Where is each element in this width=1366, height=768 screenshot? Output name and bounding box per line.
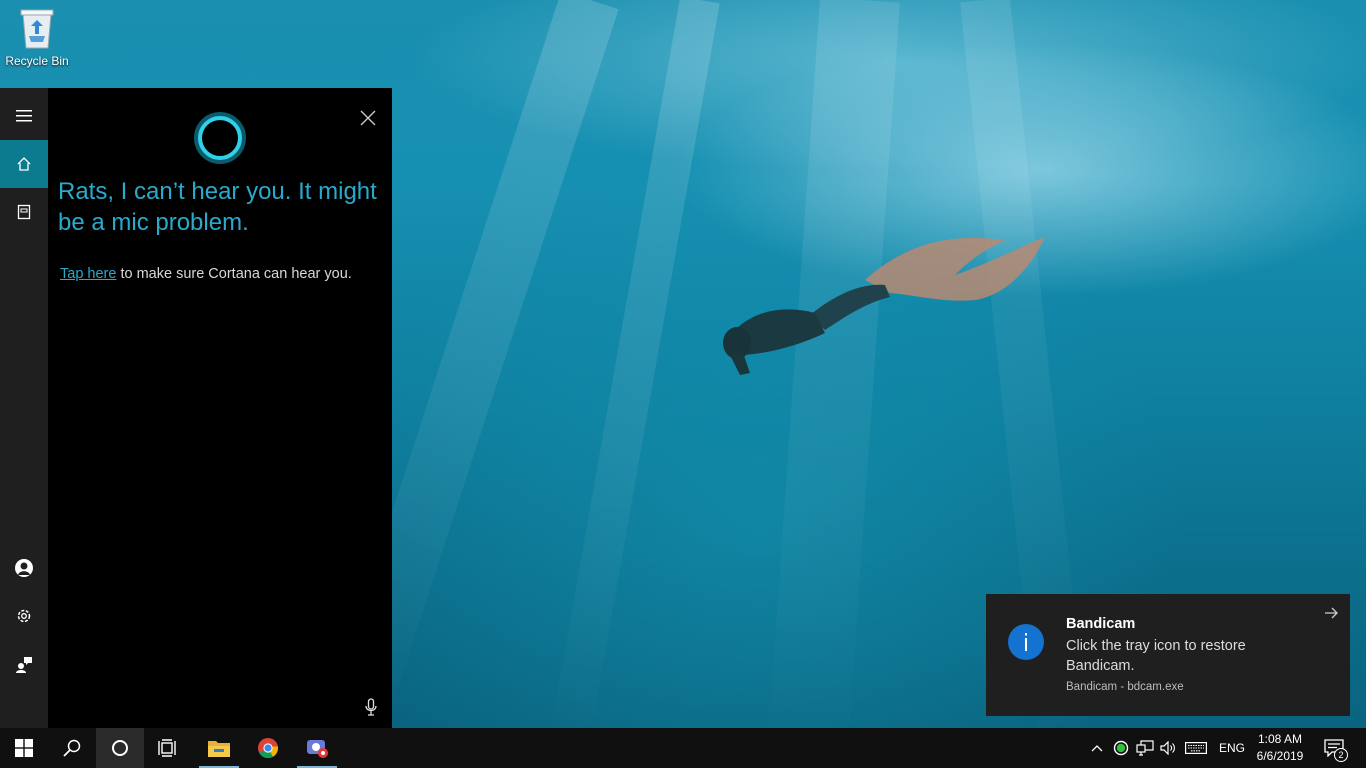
close-button[interactable] — [356, 106, 380, 130]
task-view-button[interactable] — [144, 728, 192, 768]
show-hidden-icons-button[interactable] — [1089, 738, 1105, 758]
bandicam-notification[interactable]: Bandicam Click the tray icon to restore … — [986, 594, 1350, 716]
cortana-message: Rats, I can’t hear you. It might be a mi… — [58, 178, 377, 236]
account-button[interactable] — [0, 544, 48, 592]
green-status-icon — [1113, 740, 1129, 756]
cortana-logo-icon — [194, 112, 246, 164]
cortana-nav-rail — [0, 88, 48, 728]
notebook-icon — [17, 204, 31, 220]
feedback-icon — [16, 657, 32, 673]
input-language-indicator[interactable]: ENG — [1219, 741, 1245, 755]
tap-here-link[interactable]: Tap here — [60, 266, 116, 282]
hamburger-icon — [16, 110, 32, 122]
microphone-button[interactable] — [362, 696, 380, 718]
clock-date: 6/6/2019 — [1256, 749, 1304, 763]
recycle-bin-icon — [20, 9, 54, 49]
chrome-icon — [258, 738, 279, 759]
network-icon — [1136, 740, 1154, 756]
recycle-bin[interactable]: Recycle Bin — [4, 6, 70, 76]
toast-body: Click the tray icon to restore Bandicam. — [1066, 638, 1246, 674]
file-explorer-button[interactable] — [195, 728, 243, 768]
network-button[interactable] — [1135, 738, 1155, 758]
gear-icon — [17, 609, 31, 623]
microphone-icon — [365, 698, 377, 716]
notebook-button[interactable] — [0, 188, 48, 236]
menu-button[interactable] — [0, 92, 48, 140]
user-icon — [15, 559, 33, 577]
file-explorer-icon — [208, 741, 230, 757]
feedback-button[interactable] — [0, 640, 48, 688]
bandicam-icon — [307, 740, 328, 758]
task-view-icon — [158, 739, 176, 757]
taskbar: ENG 1:08 AM 6/6/2019 2 — [0, 728, 1366, 768]
cortana-panel: Rats, I can’t hear you. It might be a mi… — [48, 88, 392, 728]
clock-time: 1:08 AM — [1257, 732, 1303, 746]
close-icon — [360, 110, 376, 126]
keyboard-icon — [1185, 742, 1207, 754]
touch-keyboard-button[interactable] — [1184, 738, 1208, 758]
chrome-button[interactable] — [244, 728, 292, 768]
chevron-up-icon — [1091, 745, 1103, 752]
search-button[interactable] — [48, 728, 96, 768]
windows-start-icon — [15, 739, 33, 757]
recycle-bin-label: Recycle Bin — [5, 54, 69, 68]
cortana-icon — [112, 740, 128, 756]
info-icon — [1008, 624, 1044, 660]
cortana-button[interactable] — [96, 728, 144, 768]
toast-source: Bandicam - bdcam.exe — [1066, 681, 1184, 693]
bandicam-button[interactable] — [293, 728, 341, 768]
toast-title: Bandicam — [1066, 616, 1136, 632]
arrow-right-icon — [1325, 607, 1338, 619]
tray-app-button[interactable] — [1112, 738, 1130, 758]
expand-notification-button[interactable] — [1322, 604, 1340, 622]
notification-count-badge: 2 — [1334, 748, 1348, 762]
start-button[interactable] — [0, 728, 48, 768]
tip-text: to make sure Cortana can hear you. — [116, 266, 352, 282]
diver-image — [723, 237, 1045, 375]
clock[interactable]: 1:08 AM 6/6/2019 — [1248, 731, 1312, 765]
search-icon — [63, 739, 81, 757]
settings-button[interactable] — [0, 592, 48, 640]
volume-button[interactable] — [1159, 738, 1177, 758]
volume-icon — [1160, 741, 1175, 755]
home-button[interactable] — [0, 140, 48, 188]
home-icon — [17, 157, 31, 171]
cortana-tip: Tap here to make sure Cortana can hear y… — [60, 266, 380, 282]
